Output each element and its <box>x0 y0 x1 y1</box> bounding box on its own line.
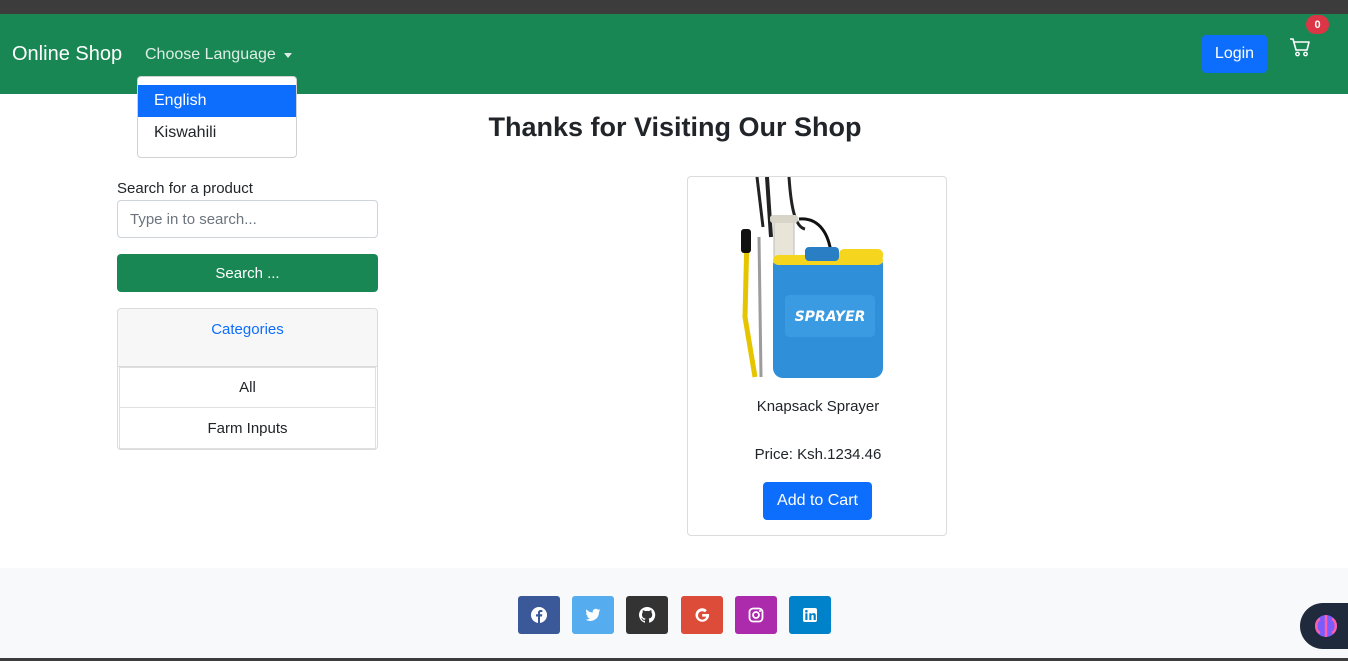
product-card: SPRAYER Knapsack Sprayer Price: Ksh.1234… <box>687 176 947 536</box>
brain-icon <box>1315 615 1337 637</box>
category-item-all[interactable]: All <box>119 367 376 408</box>
footer <box>0 568 1348 661</box>
categories-link[interactable]: Categories <box>211 321 284 366</box>
search-button[interactable]: Search ... <box>117 254 378 292</box>
cart-icon[interactable] <box>1289 37 1311 57</box>
login-button[interactable]: Login <box>1202 35 1267 73</box>
twitter-icon[interactable] <box>572 596 614 634</box>
categories-card: Categories All Farm Inputs <box>117 308 378 450</box>
language-option-kiswahili[interactable]: Kiswahili <box>138 117 296 149</box>
cart-count-badge: 0 <box>1306 15 1329 34</box>
google-icon[interactable] <box>681 596 723 634</box>
product-image[interactable]: SPRAYER <box>725 176 885 378</box>
caret-down-icon <box>283 52 292 58</box>
instagram-icon[interactable] <box>735 596 777 634</box>
language-toggle-label: Choose Language <box>145 46 276 63</box>
add-to-cart-button[interactable]: Add to Cart <box>763 482 872 520</box>
categories-header: Categories <box>118 309 377 367</box>
language-dropdown-toggle[interactable]: Choose Language <box>145 46 292 64</box>
language-menu: English Kiswahili <box>137 76 297 158</box>
search-input[interactable] <box>117 200 378 238</box>
facebook-icon[interactable] <box>518 596 560 634</box>
page-title-text: Thanks for Visiting Our Shop <box>488 112 862 142</box>
assistant-widget[interactable] <box>1300 603 1348 649</box>
linkedin-icon[interactable] <box>789 596 831 634</box>
browser-top-strip <box>0 0 1348 14</box>
category-item-farm-inputs[interactable]: Farm Inputs <box>119 408 376 449</box>
product-name: Knapsack Sprayer <box>756 398 880 415</box>
language-option-english[interactable]: English <box>138 85 296 117</box>
search-label: Search for a product <box>117 180 253 197</box>
brand-link[interactable]: Online Shop <box>12 43 122 66</box>
product-price: Price: Ksh.1234.46 <box>754 446 882 463</box>
product-image-text: SPRAYER <box>795 309 866 325</box>
categories-list: All Farm Inputs <box>119 367 376 449</box>
github-icon[interactable] <box>626 596 668 634</box>
